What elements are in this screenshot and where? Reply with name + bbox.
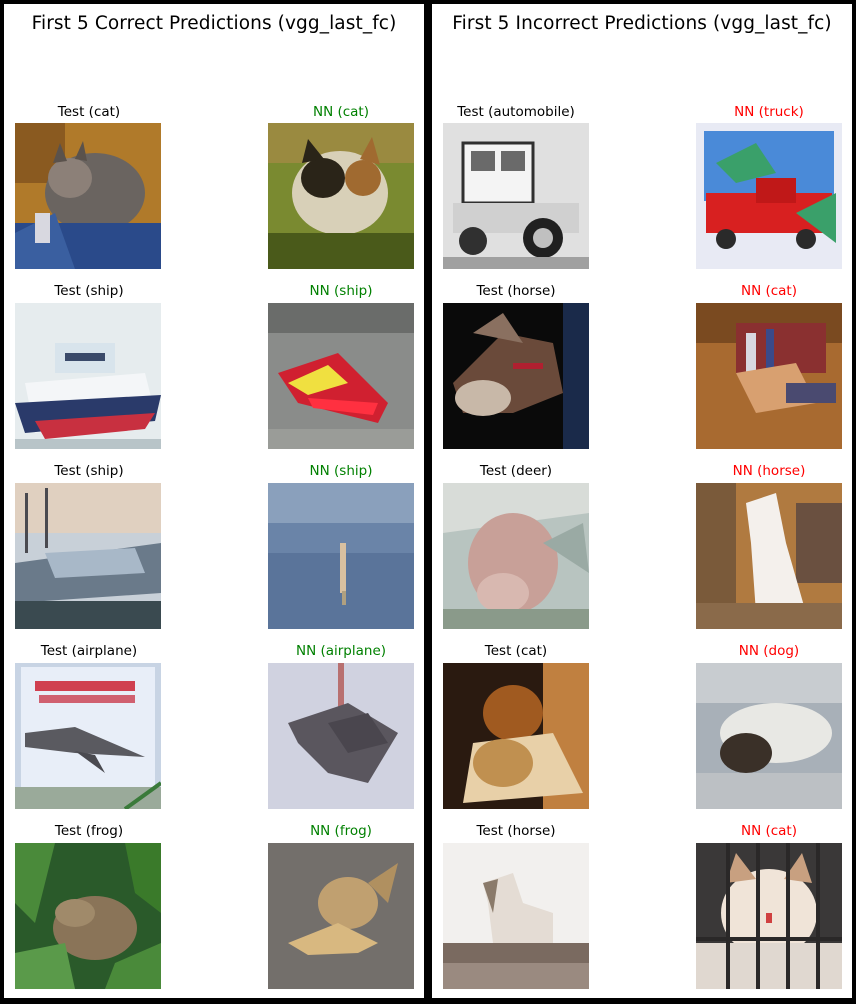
nn-image-cat [696, 303, 842, 449]
nn-caption: NN (ship) [309, 283, 373, 299]
nn-caption: NN (frog) [310, 823, 372, 839]
test-image-frog [15, 843, 161, 989]
test-image-ship [15, 483, 161, 629]
nn-image-ship [268, 303, 414, 449]
test-caption: Test (airplane) [40, 643, 138, 659]
test-image-horse [443, 843, 589, 989]
nn-caption: NN (horse) [732, 463, 806, 479]
correct-panel-title: First 5 Correct Predictions (vgg_last_fc… [31, 13, 397, 34]
test-image-cat [15, 123, 161, 269]
test-image-deer [443, 483, 589, 629]
nn-caption: NN (cat) [312, 104, 369, 120]
incorrect-predictions-panel: First 5 Incorrect Predictions (vgg_last_… [432, 4, 852, 998]
nn-image-airplane [268, 663, 414, 809]
test-caption: Test (cat) [57, 104, 121, 120]
test-caption: Test (horse) [476, 283, 556, 299]
nn-caption: NN (cat) [740, 283, 797, 299]
test-image-automobile [443, 123, 589, 269]
nn-image-horse [696, 483, 842, 629]
nn-image-cat [268, 123, 414, 269]
nn-image-dog [696, 663, 842, 809]
nn-image-ship [268, 483, 414, 629]
test-caption: Test (frog) [54, 823, 124, 839]
correct-predictions-panel: First 5 Correct Predictions (vgg_last_fc… [4, 4, 424, 998]
test-image-cat [443, 663, 589, 809]
nn-image-frog [268, 843, 414, 989]
test-caption: Test (horse) [476, 823, 556, 839]
test-image-horse [443, 303, 589, 449]
test-image-ship [15, 303, 161, 449]
test-caption: Test (deer) [479, 463, 553, 479]
nn-caption: NN (truck) [734, 104, 804, 120]
nn-caption: NN (airplane) [295, 643, 387, 659]
nn-caption: NN (dog) [738, 643, 800, 659]
nn-caption: NN (cat) [740, 823, 797, 839]
test-image-airplane [15, 663, 161, 809]
nn-caption: NN (ship) [309, 463, 373, 479]
test-caption: Test (ship) [54, 283, 124, 299]
test-caption: Test (cat) [484, 643, 548, 659]
test-caption: Test (automobile) [457, 104, 575, 120]
incorrect-panel-title: First 5 Incorrect Predictions (vgg_last_… [452, 13, 832, 34]
nn-image-cat [696, 843, 842, 989]
nn-image-truck [696, 123, 842, 269]
test-caption: Test (ship) [54, 463, 124, 479]
